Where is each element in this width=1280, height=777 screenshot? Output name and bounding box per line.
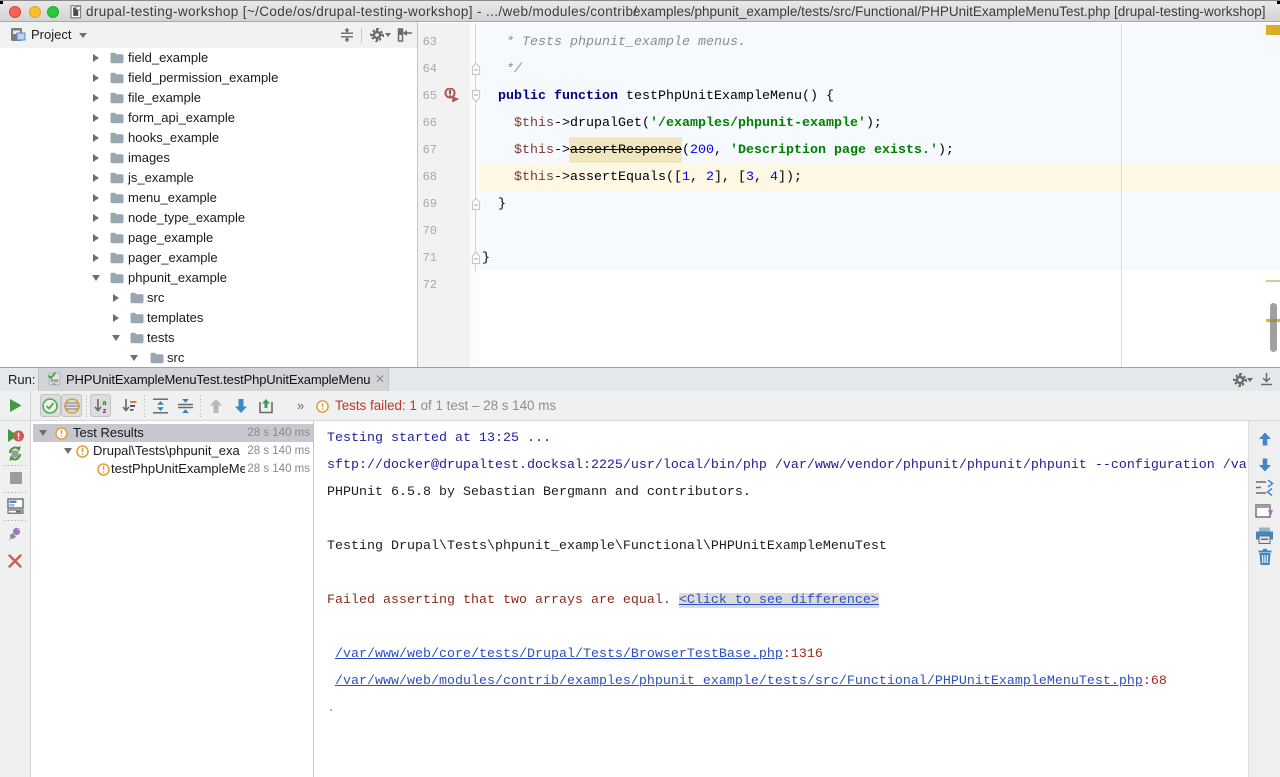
svg-text:z: z — [103, 406, 107, 414]
svg-text:php: php — [50, 380, 59, 385]
